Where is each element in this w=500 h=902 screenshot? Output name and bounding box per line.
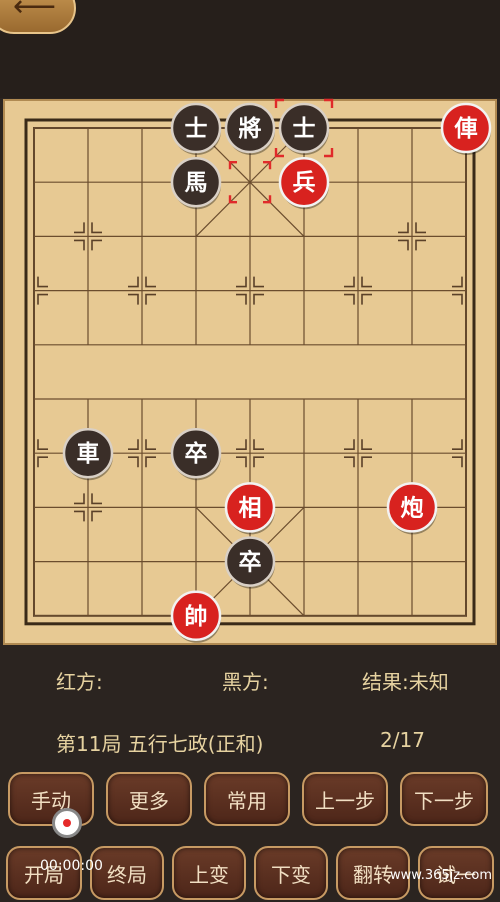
piece-label: 士 xyxy=(293,116,316,142)
prev-step-button[interactable]: 上一步 xyxy=(302,772,388,826)
chess-board[interactable]: 士將士俥馬 兵車 卒相 炮卒帥 xyxy=(0,98,500,646)
piece-label: 兵 xyxy=(293,170,316,196)
black-player-label: 黑方: xyxy=(222,670,269,694)
piece-label: 帥 xyxy=(185,603,208,630)
arrow-left-icon: ⟵ xyxy=(12,0,56,24)
move-progress: 2/17 xyxy=(380,728,425,752)
more-button[interactable]: 更多 xyxy=(106,772,192,826)
piece-label: 炮 xyxy=(401,494,424,521)
piece-label: 相 xyxy=(239,495,262,521)
record-icon[interactable] xyxy=(52,808,82,838)
watermark: www.365jz.com xyxy=(390,868,492,883)
common-button[interactable]: 常用 xyxy=(204,772,290,826)
piece-label: 卒 xyxy=(185,440,208,467)
prev-variation-button[interactable]: 上变 xyxy=(172,846,246,900)
game-title: 第11局 五行七政(正和) xyxy=(56,732,264,756)
top-bar: ⟵ xyxy=(0,0,500,98)
next-variation-button[interactable]: 下变 xyxy=(254,846,328,900)
red-player-label: 红方: xyxy=(56,670,103,694)
piece-label: 馬 xyxy=(185,170,208,196)
piece-label: 車 xyxy=(77,441,100,467)
piece-label: 將 xyxy=(239,116,262,142)
result-label: 结果:未知 xyxy=(362,670,449,694)
record-timer: 00:00:00 xyxy=(40,858,103,874)
piece-label: 俥 xyxy=(454,116,478,142)
piece-label: 士 xyxy=(185,116,208,142)
piece-label: 卒 xyxy=(239,549,262,576)
next-step-button[interactable]: 下一步 xyxy=(400,772,488,826)
back-button[interactable]: ⟵ xyxy=(0,0,76,34)
